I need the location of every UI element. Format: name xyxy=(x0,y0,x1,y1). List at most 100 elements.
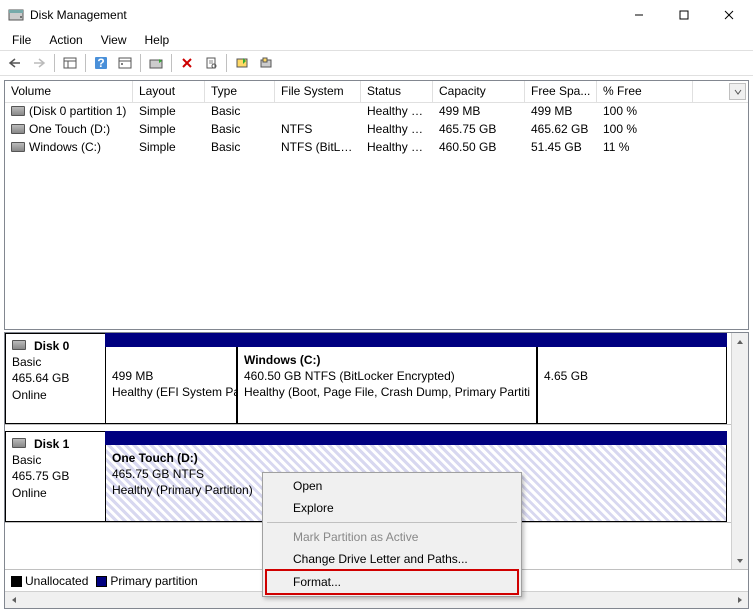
cell: 460.50 GB xyxy=(433,139,525,157)
cell: 465.75 GB xyxy=(433,121,525,139)
back-button[interactable] xyxy=(4,52,26,74)
scroll-right-icon[interactable] xyxy=(731,592,748,608)
ctx-format[interactable]: Format... xyxy=(265,569,519,595)
cell: 100 % xyxy=(597,103,693,121)
ctx-explore[interactable]: Explore xyxy=(265,497,519,519)
menu-help[interactable]: Help xyxy=(137,31,178,49)
help-button[interactable]: ? xyxy=(90,52,112,74)
window-title: Disk Management xyxy=(30,8,616,22)
column-header[interactable]: Layout xyxy=(133,81,205,102)
toolbar-separator xyxy=(85,54,86,72)
cell: Simple xyxy=(133,121,205,139)
volume-icon xyxy=(11,142,25,152)
menu-bar: File Action View Help xyxy=(0,30,753,50)
properties-button[interactable] xyxy=(200,52,222,74)
swatch-blue-icon xyxy=(96,576,107,587)
partition-body: Windows (C:)460.50 GB NTFS (BitLocker En… xyxy=(237,347,537,424)
disk-info[interactable]: Disk 1Basic465.75 GBOnline xyxy=(5,431,105,522)
context-menu: Open Explore Mark Partition as Active Ch… xyxy=(262,472,522,597)
volume-list-body: (Disk 0 partition 1)SimpleBasicHealthy (… xyxy=(5,103,748,157)
disk-kind: Basic xyxy=(12,452,99,468)
scroll-down-icon[interactable] xyxy=(732,552,748,569)
title-bar: Disk Management xyxy=(0,0,753,30)
column-header[interactable]: Volume xyxy=(5,81,133,102)
ctx-change-letter[interactable]: Change Drive Letter and Paths... xyxy=(265,548,519,570)
partition-body: 4.65 GB xyxy=(537,347,727,424)
minimize-button[interactable] xyxy=(616,1,661,29)
cell: 465.62 GB xyxy=(525,121,597,139)
disk-row: Disk 0Basic465.64 GBOnline 499 MBHealthy… xyxy=(5,333,731,425)
cell: Basic xyxy=(205,121,275,139)
partition[interactable]: 4.65 GB xyxy=(537,333,727,424)
maximize-button[interactable] xyxy=(661,1,706,29)
disk-kind: Basic xyxy=(12,354,99,370)
column-header[interactable]: Capacity xyxy=(433,81,525,102)
disk-info[interactable]: Disk 0Basic465.64 GBOnline xyxy=(5,333,105,424)
volume-row[interactable]: (Disk 0 partition 1)SimpleBasicHealthy (… xyxy=(5,103,748,121)
column-options-button[interactable] xyxy=(729,83,746,100)
partition-line2: 499 MB xyxy=(112,368,230,384)
cell: Healthy (B... xyxy=(361,139,433,157)
show-hide-button[interactable] xyxy=(59,52,81,74)
disk-icon xyxy=(12,438,26,448)
ctx-open[interactable]: Open xyxy=(265,475,519,497)
cell: 51.45 GB xyxy=(525,139,597,157)
partition-title: One Touch (D:) xyxy=(112,450,720,466)
cell: 499 MB xyxy=(525,103,597,121)
settings-button[interactable] xyxy=(114,52,136,74)
window-buttons xyxy=(616,1,751,29)
partition-body: 499 MBHealthy (EFI System Par xyxy=(105,347,237,424)
partition-header-bar xyxy=(105,431,727,445)
legend-primary: Primary partition xyxy=(96,574,197,588)
column-header[interactable]: % Free xyxy=(597,81,693,102)
disk-icon xyxy=(12,340,26,350)
cell: 11 % xyxy=(597,139,693,157)
volume-row[interactable]: One Touch (D:)SimpleBasicNTFSHealthy (P.… xyxy=(5,121,748,139)
ctx-mark-active: Mark Partition as Active xyxy=(265,526,519,548)
menu-action[interactable]: Action xyxy=(41,31,90,49)
column-header[interactable]: Type xyxy=(205,81,275,102)
partitions: 499 MBHealthy (EFI System ParWindows (C:… xyxy=(105,333,731,424)
vertical-scrollbar[interactable] xyxy=(731,333,748,569)
menu-view[interactable]: View xyxy=(93,31,135,49)
action1-button[interactable] xyxy=(231,52,253,74)
toolbar-separator xyxy=(171,54,172,72)
partition-line3: Healthy (Boot, Page File, Crash Dump, Pr… xyxy=(244,384,530,400)
cell: Simple xyxy=(133,139,205,157)
legend-unallocated: Unallocated xyxy=(11,574,88,588)
column-header[interactable]: Free Spa... xyxy=(525,81,597,102)
delete-button[interactable] xyxy=(176,52,198,74)
forward-button[interactable] xyxy=(28,52,50,74)
disk-state: Online xyxy=(12,387,99,403)
scroll-up-icon[interactable] xyxy=(732,333,748,350)
volume-list-header: VolumeLayoutTypeFile SystemStatusCapacit… xyxy=(5,81,748,103)
partition-line2: 4.65 GB xyxy=(544,368,720,384)
disk-size: 465.64 GB xyxy=(12,370,99,386)
toolbar-separator xyxy=(226,54,227,72)
menu-file[interactable]: File xyxy=(4,31,39,49)
cell: One Touch (D:) xyxy=(5,121,133,139)
cell: Simple xyxy=(133,103,205,121)
action2-button[interactable] xyxy=(255,52,277,74)
partition-header-bar xyxy=(537,333,727,347)
toolbar-separator xyxy=(140,54,141,72)
partition[interactable]: Windows (C:)460.50 GB NTFS (BitLocker En… xyxy=(237,333,537,424)
scroll-left-icon[interactable] xyxy=(5,592,22,608)
volume-list-pane: VolumeLayoutTypeFile SystemStatusCapacit… xyxy=(4,80,749,330)
cell: 100 % xyxy=(597,121,693,139)
cell: Healthy (E... xyxy=(361,103,433,121)
toolbar: ? xyxy=(0,50,753,76)
svg-text:?: ? xyxy=(97,56,104,70)
column-header[interactable]: Status xyxy=(361,81,433,102)
refresh-button[interactable] xyxy=(145,52,167,74)
partition-line3: Healthy (EFI System Par xyxy=(112,384,230,400)
disk-size: 465.75 GB xyxy=(12,468,99,484)
partition-header-bar xyxy=(105,333,237,347)
volume-row[interactable]: Windows (C:)SimpleBasicNTFS (BitLo...Hea… xyxy=(5,139,748,157)
cell: 499 MB xyxy=(433,103,525,121)
close-button[interactable] xyxy=(706,1,751,29)
partition-line2: 460.50 GB NTFS (BitLocker Encrypted) xyxy=(244,368,530,384)
volume-icon xyxy=(11,106,25,116)
partition[interactable]: 499 MBHealthy (EFI System Par xyxy=(105,333,237,424)
column-header[interactable]: File System xyxy=(275,81,361,102)
